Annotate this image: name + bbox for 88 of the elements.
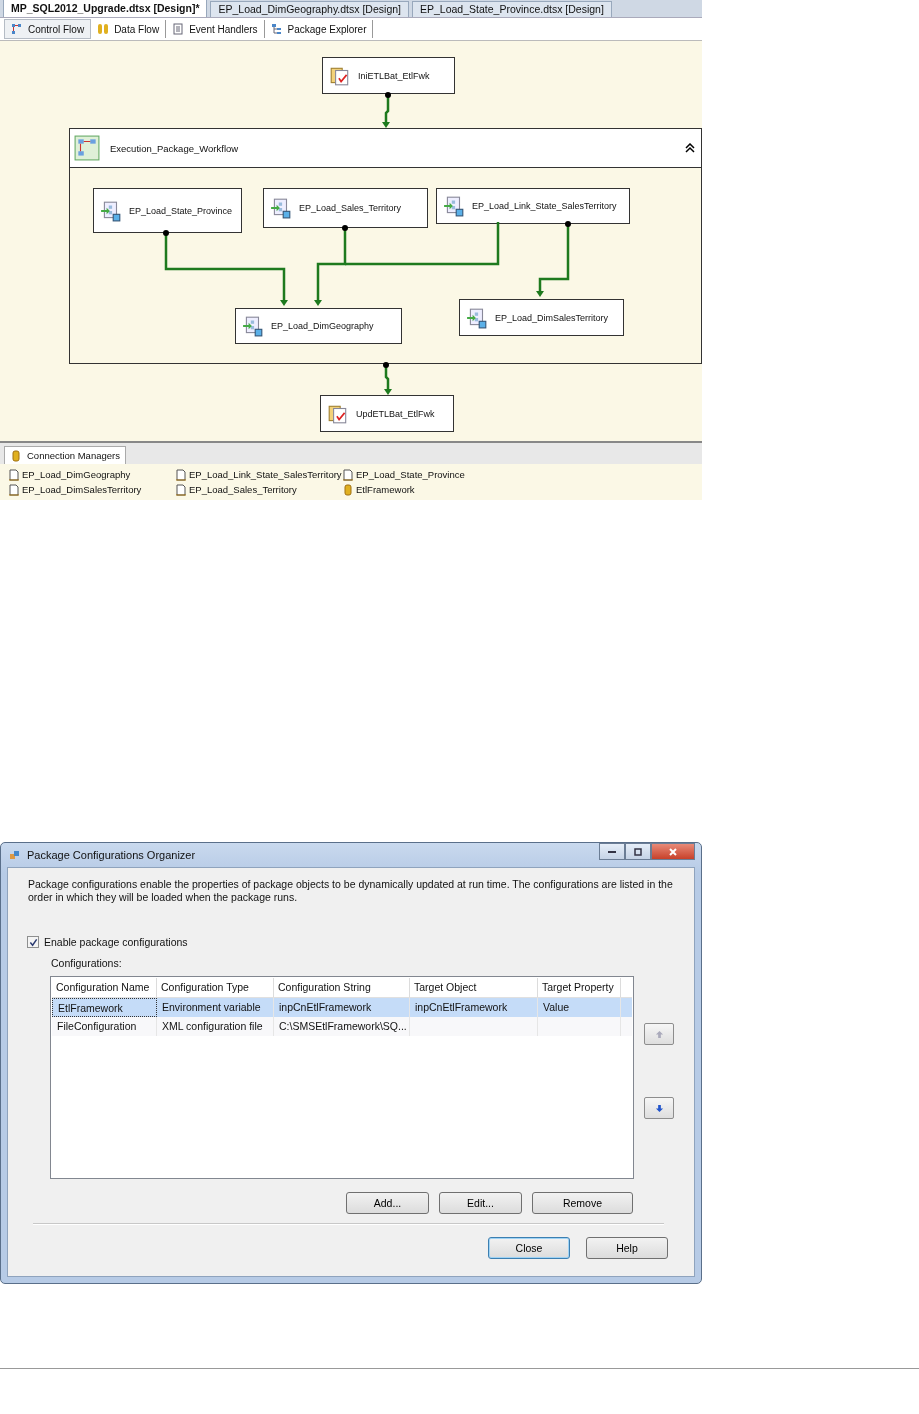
connection-manager-item[interactable]: EP_Load_DimSalesTerritory [8, 482, 175, 497]
document-tab[interactable]: EP_Load_State_Province.dtsx [Design] [412, 1, 612, 17]
checkbox[interactable] [27, 936, 39, 948]
designer-tab[interactable]: Event Handlers [166, 20, 265, 38]
minimize-button[interactable] [599, 843, 625, 860]
column-header[interactable]: Target Property [538, 978, 621, 997]
precedence-arrow[interactable] [382, 92, 391, 128]
package-task-icon [466, 306, 488, 329]
designer-tab[interactable]: Data Flow [91, 20, 167, 38]
package-task-icon [270, 197, 292, 219]
dialog-button[interactable]: Close [488, 1237, 570, 1259]
configurations-label: Configurations: [51, 957, 123, 969]
table-cell: FileConfiguration [57, 1020, 137, 1032]
table-row[interactable]: EtlFramework Environment variable inpCnEtlFramework inpCnEtlFramework Value [52, 998, 632, 1017]
column-header[interactable]: Target Object [410, 978, 538, 997]
column-header[interactable]: Configuration Type [157, 978, 274, 997]
task-label: EP_Load_State_Province [129, 205, 233, 216]
tree-icon [270, 23, 283, 35]
table-cell: XML configuration file [162, 1020, 263, 1032]
task-label: UpdETLBat_EtlFwk [356, 408, 435, 419]
table-cell: EtlFramework [58, 1002, 123, 1014]
task-box[interactable]: UpdETLBat_EtlFwk [320, 395, 454, 432]
table-cell: inpCnEtlFramework [415, 1001, 508, 1013]
container-title: Execution_Package_Workflow [110, 142, 240, 154]
move-up-button[interactable] [644, 1023, 674, 1045]
designer-tab[interactable]: Package Explorer [264, 20, 374, 38]
column-header[interactable]: Configuration Name [52, 978, 157, 997]
task-box[interactable]: EP_Load_State_Province [93, 188, 242, 233]
package-task-icon [242, 315, 264, 337]
maximize-button[interactable] [625, 843, 651, 860]
task-box[interactable]: IniETLBat_EtlFwk [322, 57, 455, 94]
connection-manager-item[interactable]: EP_Load_DimGeography [8, 467, 175, 482]
package-task-icon [100, 199, 122, 222]
connection-managers-tab[interactable]: Connection Managers [4, 446, 126, 464]
task-label: EP_Load_Sales_Territory [299, 203, 402, 213]
container-icon [74, 135, 100, 161]
dialog-button[interactable]: Add... [346, 1192, 429, 1214]
file-icon [8, 483, 20, 496]
task-box[interactable]: EP_Load_Link_State_SalesTerritory [436, 188, 630, 224]
document-tab[interactable]: EP_Load_DimGeography.dtsx [Design] [210, 1, 409, 17]
collapse-icon[interactable] [685, 143, 695, 153]
task-box[interactable]: EP_Load_DimGeography [235, 308, 402, 344]
table-cell: C:\SMSEtlFramework\SQ... [279, 1020, 407, 1032]
file-icon [8, 468, 20, 481]
app-icon [9, 849, 21, 861]
minimize-icon [607, 850, 617, 853]
task-label: EP_Load_DimGeography [271, 321, 374, 331]
column-header[interactable]: Configuration String [274, 978, 410, 997]
task-label: EP_Load_Link_State_SalesTerritory [472, 201, 617, 211]
connection-manager-item[interactable]: EP_Load_State_Province [342, 467, 542, 482]
file-icon [175, 468, 187, 481]
designer-tab[interactable]: Control Flow [4, 19, 92, 39]
move-down-button[interactable] [644, 1097, 674, 1119]
table-cell: Value [543, 1001, 570, 1013]
connection-manager-item[interactable]: EP_Load_Sales_Territory [175, 482, 342, 497]
database-icon [10, 449, 22, 462]
description-text: Package configurations enable the properties of package objects to be dynamically updated at run time. The configurations are listed in the order in which they will be loaded when the package runs. [28, 878, 674, 904]
file-icon [342, 468, 354, 481]
precedence-arrow[interactable] [536, 221, 571, 297]
task-label: EP_Load_DimSalesTerritory [495, 312, 609, 323]
checkbox-label: Enable package configurations [44, 936, 188, 948]
dialog-button[interactable]: Edit... [439, 1192, 522, 1214]
table-row[interactable]: FileConfiguration XML configuration file C:\SMSEtlFramework\SQ... [52, 1017, 632, 1036]
close-button[interactable] [651, 843, 695, 860]
connection-manager-item[interactable]: EtlFramework [342, 482, 542, 497]
dialog-button[interactable]: Help [586, 1237, 668, 1259]
flow-icon [11, 23, 23, 35]
dialog-title: Package Configurations Organizer [27, 849, 197, 861]
file-icon [175, 483, 187, 496]
maximize-icon [633, 846, 643, 857]
task-box[interactable]: EP_Load_DimSalesTerritory [459, 299, 624, 336]
table-cell: Environment variable [162, 1001, 261, 1013]
precedence-arrow[interactable] [383, 362, 392, 395]
package-task-icon [443, 195, 465, 217]
task-box[interactable]: EP_Load_Sales_Territory [263, 188, 428, 228]
document-tab[interactable]: MP_SQL2012_Upgrade.dtsx [Design]* [3, 0, 208, 17]
down-arrow-icon [654, 1103, 664, 1113]
document-icon [172, 23, 185, 35]
up-arrow-icon [654, 1029, 664, 1039]
cylinders-icon [97, 23, 110, 35]
precedence-arrow[interactable] [314, 225, 348, 306]
task-label: IniETLBat_EtlFwk [358, 70, 430, 81]
table-cell: inpCnEtlFramework [279, 1001, 372, 1013]
dialog-button[interactable]: Remove [532, 1192, 633, 1214]
connection-manager-item[interactable]: EP_Load_Link_State_SalesTerritory [175, 467, 342, 482]
sequence-container[interactable]: Execution_Package_Workflow EP_Load_State_Province EP_Load_Sales_Territory EP_Load_Link_State_SalesTerritory EP_Load_DimGeography EP_Load_DimSalesTerritory [69, 128, 702, 364]
close-icon [668, 846, 678, 857]
database-icon [342, 483, 354, 496]
